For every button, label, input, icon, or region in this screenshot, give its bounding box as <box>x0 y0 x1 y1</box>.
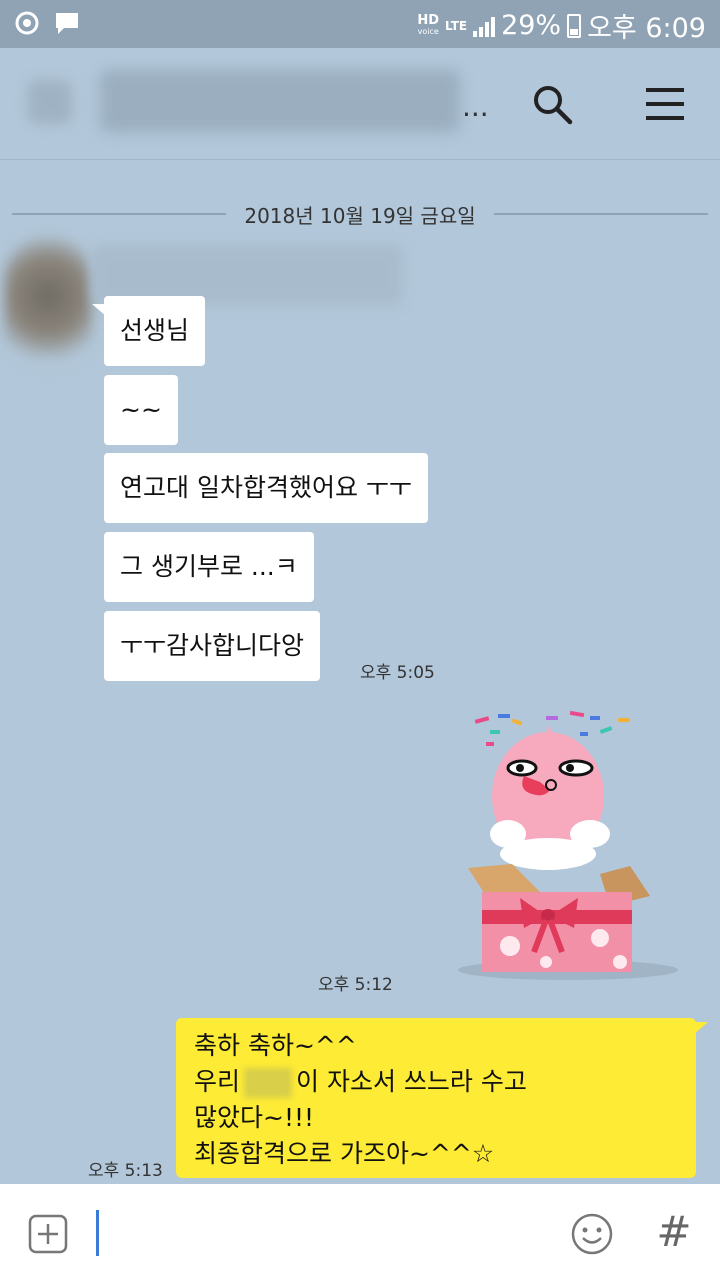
message-line: 많았다~!!! <box>194 1103 315 1132</box>
battery-percent: 29% <box>501 10 562 41</box>
message-input[interactable] <box>96 1210 99 1256</box>
date-divider: 2018년 10월 19일 금요일 <box>12 196 708 232</box>
incoming-message[interactable]: 그 생기부로 ...ㅋ <box>104 532 314 602</box>
outgoing-message[interactable]: 축하 축하~^^ 우리 이 자소서 쓰느라 수고 많았다~!!! 최종합격으로 가… <box>176 1018 696 1178</box>
signal-icon <box>473 15 496 37</box>
redacted-name <box>244 1068 293 1098</box>
clock: 오후 6:09 <box>587 13 706 44</box>
hashtag-search-button[interactable]: # <box>652 1202 696 1262</box>
status-bar: HD voice LTE 29% 오후 6:09 <box>0 0 720 48</box>
message-line: 축하 축하~^^ <box>194 1031 357 1060</box>
hd-voice-icon: HD voice <box>417 12 440 36</box>
chat-room-title <box>100 70 460 132</box>
menu-icon[interactable] <box>644 82 688 126</box>
message-time: 오후 5:05 <box>360 663 435 683</box>
chat-header: ... <box>0 48 720 160</box>
incoming-message[interactable]: 연고대 일차합격했어요 ㅜㅜ <box>104 453 428 523</box>
chat-notification-icon <box>56 13 78 34</box>
sticker-image[interactable] <box>450 706 680 986</box>
incoming-message[interactable]: ㅜㅜ감사합니다앙 <box>104 611 321 681</box>
date-label: 2018년 10월 19일 금요일 <box>244 203 476 228</box>
message-time: 오후 5:12 <box>318 975 393 995</box>
network-type: LTE <box>445 18 468 33</box>
message-line: 최종합격으로 가즈아~^^☆ <box>194 1139 495 1168</box>
avatar[interactable] <box>4 238 92 368</box>
title-ellipsis: ... <box>462 90 489 123</box>
battery-icon <box>567 13 582 38</box>
incoming-message[interactable]: ~~ <box>104 375 178 445</box>
message-time: 오후 5:13 <box>88 1161 163 1181</box>
message-line: 우리 이 자소서 쓰느라 수고 <box>194 1067 527 1098</box>
back-button[interactable] <box>28 80 72 124</box>
attach-plus-icon[interactable] <box>28 1214 68 1254</box>
message-input-bar: # <box>0 1184 720 1280</box>
emoticon-icon[interactable] <box>570 1212 614 1256</box>
search-icon[interactable] <box>530 82 574 126</box>
incoming-message[interactable]: 선생님 <box>104 296 206 366</box>
sync-icon <box>15 11 39 35</box>
